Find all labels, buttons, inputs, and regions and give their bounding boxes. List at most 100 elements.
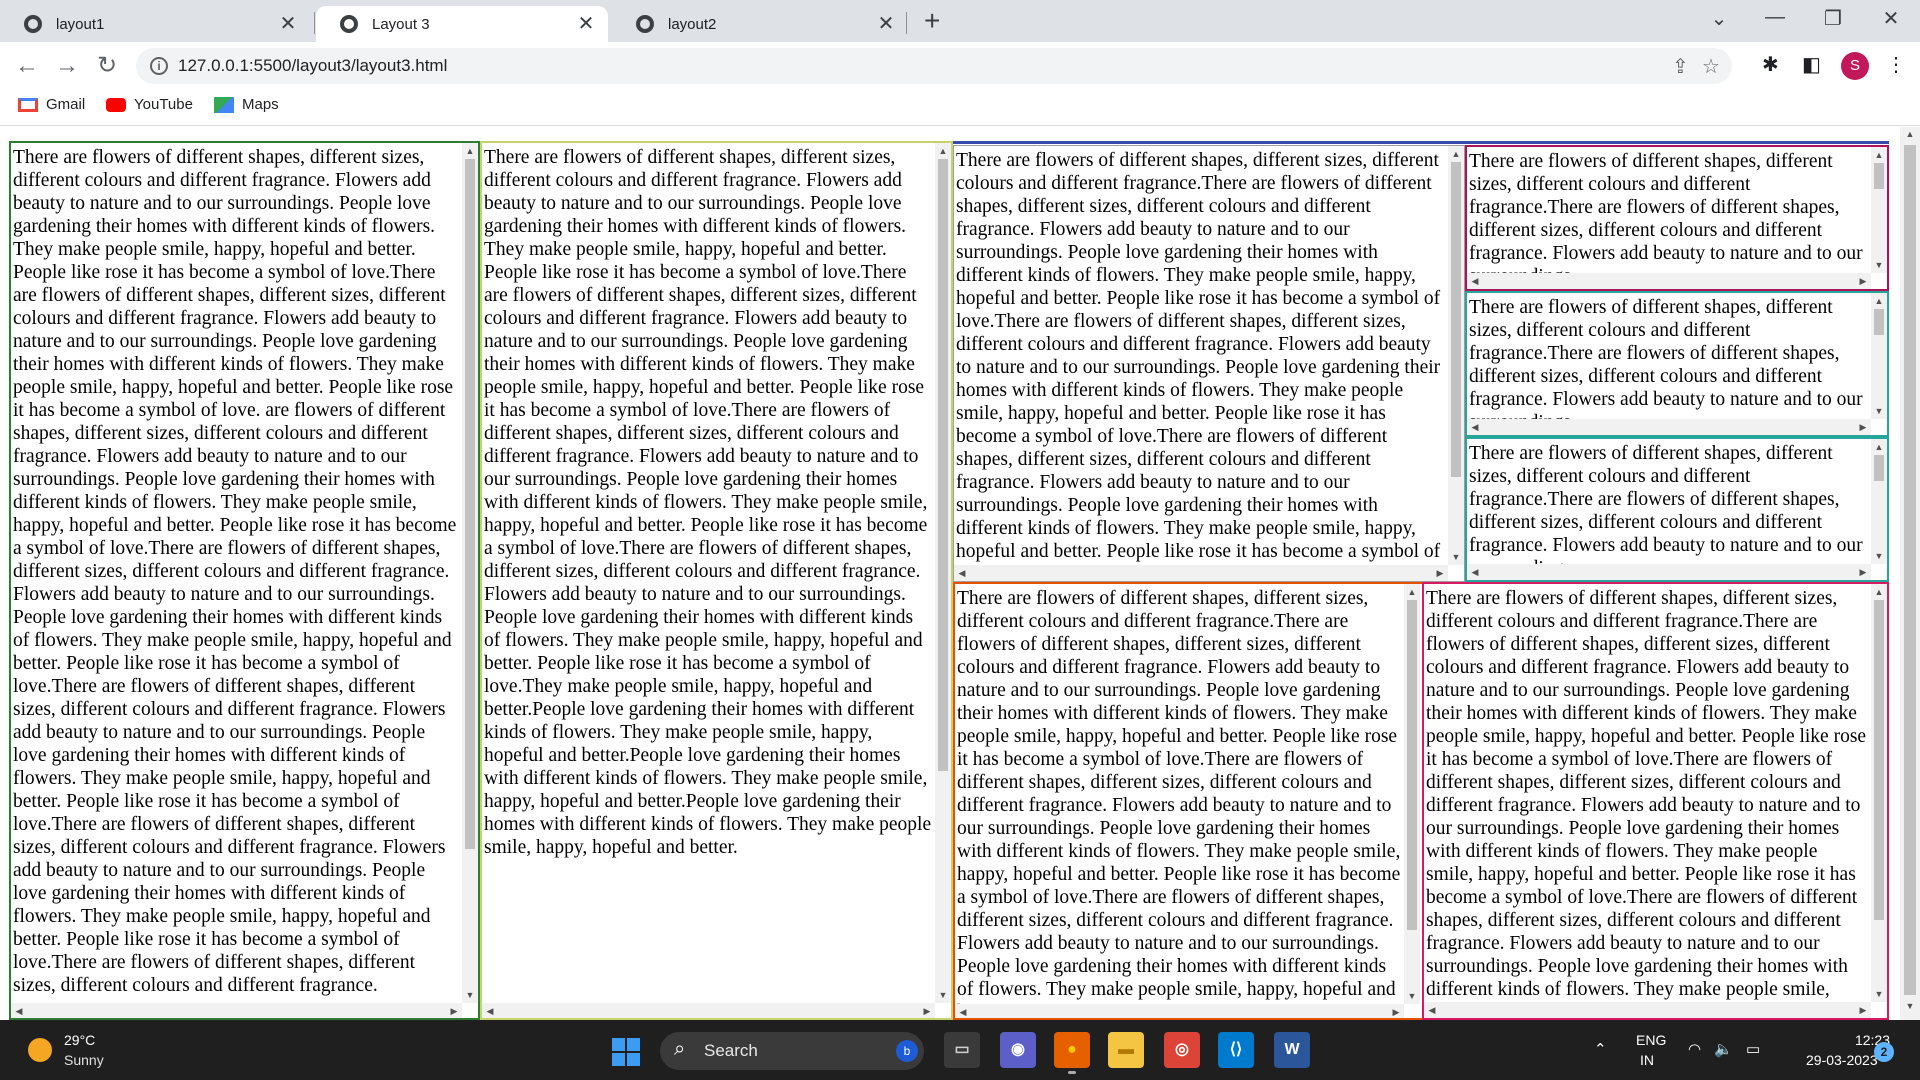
scroll-right-arrow[interactable]: ▶ [1855,273,1871,289]
close-icon[interactable]: ✕ [876,14,896,34]
wifi-icon[interactable]: ◠ [1688,1040,1701,1058]
language-region[interactable]: IN [1640,1052,1654,1068]
task-view-icon[interactable]: ▭ [944,1032,980,1068]
teams-chat-icon[interactable]: ◉ [1000,1032,1036,1068]
vscode-icon[interactable]: ⟨⟩ [1218,1032,1254,1068]
scroll-thumb[interactable] [938,159,948,771]
scroll-down-arrow[interactable]: ▼ [1871,986,1887,1002]
scroll-down-arrow[interactable]: ▼ [1448,549,1464,565]
bookmark-youtube[interactable]: YouTube [106,96,193,113]
bookmark-star-icon[interactable]: ☆ [1702,54,1720,79]
text-box-3[interactable]: There are flowers of different shapes, d… [953,145,1465,582]
vertical-scrollbar[interactable]: ▲ ▼ [1448,146,1464,565]
horizontal-scrollbar[interactable]: ◀ ▶ [1424,1002,1871,1018]
scroll-left-arrow[interactable]: ◀ [1467,419,1483,435]
scroll-down-arrow[interactable]: ▼ [1871,403,1887,419]
bing-icon[interactable]: b [896,1040,918,1062]
horizontal-scrollbar[interactable]: ◀ ▶ [11,1003,462,1018]
new-tab-button[interactable]: + [924,7,940,35]
clock-date[interactable]: 29-03-2023 [1806,1052,1878,1068]
extensions-icon[interactable]: ✱ [1762,52,1779,77]
start-button[interactable] [612,1038,640,1066]
site-info-icon[interactable]: i [150,57,168,75]
tab-layout3[interactable]: Layout 3 ✕ [316,6,608,42]
text-box-1[interactable]: There are flowers of different shapes, d… [9,141,480,1020]
scroll-left-arrow[interactable]: ◀ [1467,273,1483,289]
word-icon[interactable]: W [1274,1032,1310,1068]
scroll-down-arrow[interactable]: ▼ [1902,1001,1918,1017]
scroll-thumb[interactable] [1874,163,1884,189]
scroll-right-arrow[interactable]: ▶ [919,1003,935,1018]
page-vertical-scrollbar[interactable]: ▲ ▼ [1900,127,1920,1020]
close-icon[interactable]: ✕ [576,14,596,34]
scroll-down-arrow[interactable]: ▼ [1404,988,1420,1004]
bookmark-maps[interactable]: Maps [214,96,279,113]
text-box-7[interactable]: There are flowers of different shapes, d… [953,582,1422,1020]
scroll-down-arrow[interactable]: ▼ [1871,548,1887,564]
text-box-2[interactable]: There are flowers of different shapes, d… [480,141,953,1020]
scroll-thumb[interactable] [1451,162,1461,477]
side-panel-icon[interactable]: ◧ [1802,52,1821,77]
scroll-left-arrow[interactable]: ◀ [954,565,970,581]
scroll-right-arrow[interactable]: ▶ [1855,419,1871,435]
url-text[interactable]: 127.0.0.1:5500/layout3/layout3.html [178,56,447,76]
sun-icon[interactable] [28,1038,52,1062]
tray-chevron-icon[interactable]: ⌃ [1594,1040,1607,1058]
scroll-up-arrow[interactable]: ▲ [462,143,478,159]
vertical-scrollbar[interactable]: ▲ ▼ [1871,439,1887,564]
scroll-right-arrow[interactable]: ▶ [446,1003,462,1018]
window-close-button[interactable]: ✕ [1876,6,1906,31]
vertical-scrollbar[interactable]: ▲ ▼ [1404,584,1420,1004]
scroll-left-arrow[interactable]: ◀ [11,1003,27,1018]
file-explorer-icon[interactable]: ▬ [1108,1032,1144,1068]
horizontal-scrollbar[interactable]: ◀ ▶ [482,1003,935,1018]
volume-icon[interactable]: 🔈 [1714,1040,1733,1058]
profile-avatar[interactable]: S [1841,52,1869,80]
scroll-up-arrow[interactable]: ▲ [1902,129,1918,145]
scroll-up-arrow[interactable]: ▲ [1871,584,1887,600]
scroll-left-arrow[interactable]: ◀ [482,1003,498,1018]
small-box-3[interactable]: There are flowers of different shapes, d… [1465,437,1889,582]
vertical-scrollbar[interactable]: ▲ ▼ [1871,584,1887,1002]
horizontal-scrollbar[interactable]: ◀ ▶ [1467,564,1871,580]
horizontal-scrollbar[interactable]: ◀ ▶ [1467,273,1871,289]
address-bar[interactable]: i 127.0.0.1:5500/layout3/layout3.html ⇪ … [136,48,1732,84]
scroll-right-arrow[interactable]: ▶ [1388,1004,1404,1018]
horizontal-scrollbar[interactable]: ◀ ▶ [1467,419,1871,435]
scroll-up-arrow[interactable]: ▲ [935,143,951,159]
scroll-right-arrow[interactable]: ▶ [1855,1002,1871,1018]
notification-badge[interactable]: 2 [1874,1042,1894,1062]
vertical-scrollbar[interactable]: ▲ ▼ [1871,293,1887,419]
scroll-thumb[interactable] [1407,600,1417,930]
scroll-up-arrow[interactable]: ▲ [1404,584,1420,600]
scroll-thumb[interactable] [465,159,475,849]
small-box-2[interactable]: There are flowers of different shapes, d… [1465,291,1889,437]
language-indicator[interactable]: ENG [1636,1032,1666,1048]
maximize-button[interactable]: ❐ [1818,6,1848,31]
text-box-8[interactable]: There are flowers of different shapes, d… [1422,582,1889,1020]
scroll-down-arrow[interactable]: ▼ [935,987,951,1003]
forward-button[interactable]: → [52,50,82,82]
weather-temperature[interactable]: 29°C [64,1032,95,1048]
small-box-1[interactable]: There are flowers of different shapes, d… [1465,145,1889,291]
scroll-thumb[interactable] [1874,309,1884,335]
tab-layout1[interactable]: layout1 ✕ [0,6,310,42]
vertical-scrollbar[interactable]: ▲ ▼ [462,143,478,1003]
minimize-button[interactable]: — [1760,6,1790,29]
scroll-thumb[interactable] [1904,145,1916,995]
tab-layout2[interactable]: layout2 ✕ [612,6,908,42]
bookmark-gmail[interactable]: Gmail [18,96,85,113]
vertical-scrollbar[interactable]: ▲ ▼ [1871,147,1887,273]
vertical-scrollbar[interactable]: ▲ ▼ [935,143,951,1003]
scroll-right-arrow[interactable]: ▶ [1432,565,1448,581]
scroll-thumb[interactable] [1874,455,1884,481]
horizontal-scrollbar[interactable]: ◀ ▶ [955,1004,1404,1018]
tab-search-chevron-icon[interactable]: ⌄ [1704,6,1734,31]
scroll-left-arrow[interactable]: ◀ [1467,564,1483,580]
scroll-right-arrow[interactable]: ▶ [1855,564,1871,580]
chrome-icon[interactable]: ◎ [1164,1032,1200,1068]
back-button[interactable]: ← [12,50,42,82]
close-icon[interactable]: ✕ [278,14,298,34]
scroll-up-arrow[interactable]: ▲ [1871,147,1887,163]
battery-icon[interactable]: ▭ [1746,1040,1760,1058]
